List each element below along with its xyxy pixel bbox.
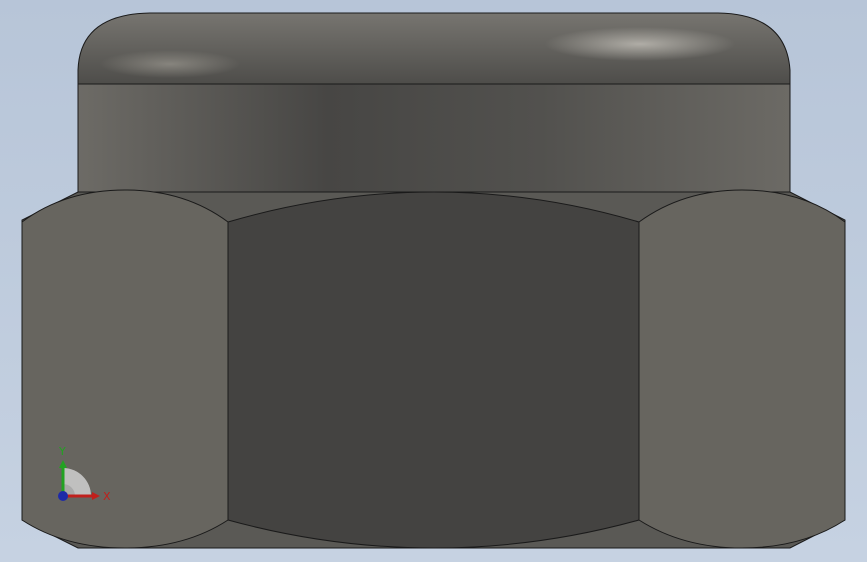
axis-triad: Y X xyxy=(58,445,111,503)
hex-flat-center xyxy=(227,191,640,549)
z-axis-dot xyxy=(58,491,68,501)
x-axis-label: X xyxy=(103,490,111,503)
hex-flat-right xyxy=(638,189,846,549)
lock-nut-model[interactable] xyxy=(0,0,867,562)
cap-highlight-left xyxy=(100,50,240,78)
cap-highlight-right xyxy=(545,27,735,61)
cap-body xyxy=(77,83,791,193)
y-axis-label: Y xyxy=(58,445,66,458)
x-axis-arrow xyxy=(92,492,100,500)
y-axis-arrow xyxy=(59,460,67,468)
3d-viewport[interactable]: Y X xyxy=(0,0,867,562)
